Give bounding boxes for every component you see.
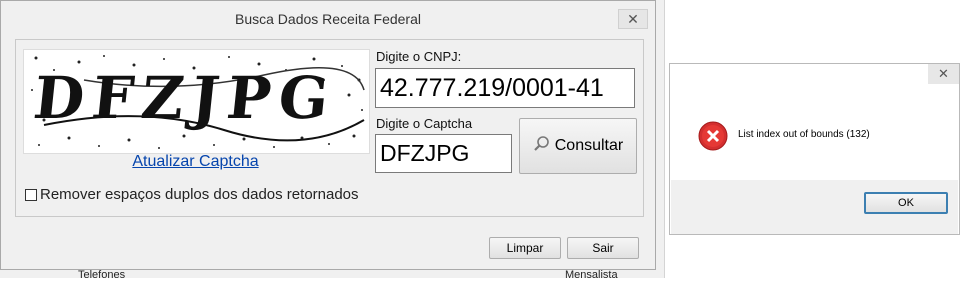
captcha-label: Digite o Captcha	[376, 116, 473, 131]
error-message: List index out of bounds (132)	[738, 129, 870, 140]
error-ok-button[interactable]: OK	[864, 192, 948, 214]
consultar-button[interactable]: Consultar	[519, 118, 637, 174]
refresh-captcha-link[interactable]: Atualizar Captcha	[1, 153, 390, 171]
busca-dados-dialog: Busca Dados Receita Federal ✕ DFZJPG Atu…	[0, 0, 656, 270]
remove-spaces-option[interactable]: Remover espaços duplos dos dados retorna…	[25, 186, 359, 203]
cnpj-label: Digite o CNPJ:	[376, 49, 462, 64]
search-icon	[533, 135, 551, 158]
remove-spaces-checkbox[interactable]	[25, 188, 37, 201]
background-label-telefones: Telefones	[78, 269, 126, 281]
captcha-image: DFZJPG	[23, 49, 370, 154]
dialog-close-button[interactable]: ✕	[618, 9, 648, 29]
captcha-input[interactable]: DFZJPG	[375, 134, 512, 173]
cnpj-input[interactable]: 42.777.219/0001-41	[375, 68, 635, 108]
dialog-title: Busca Dados Receita Federal	[235, 11, 421, 27]
remove-spaces-label: Remover espaços duplos dos dados retorna…	[40, 186, 359, 203]
captcha-image-text: DFZJPG	[30, 64, 340, 132]
consultar-label: Consultar	[554, 137, 624, 154]
error-icon	[698, 121, 728, 151]
background-divider	[664, 0, 665, 278]
background-label-mensalista: Mensalista	[565, 269, 618, 281]
sair-button[interactable]: Sair	[567, 237, 639, 259]
error-dialog-close-button[interactable]: ✕	[928, 64, 959, 84]
background-window-edge	[656, 0, 664, 278]
limpar-button[interactable]: Limpar	[489, 237, 561, 259]
